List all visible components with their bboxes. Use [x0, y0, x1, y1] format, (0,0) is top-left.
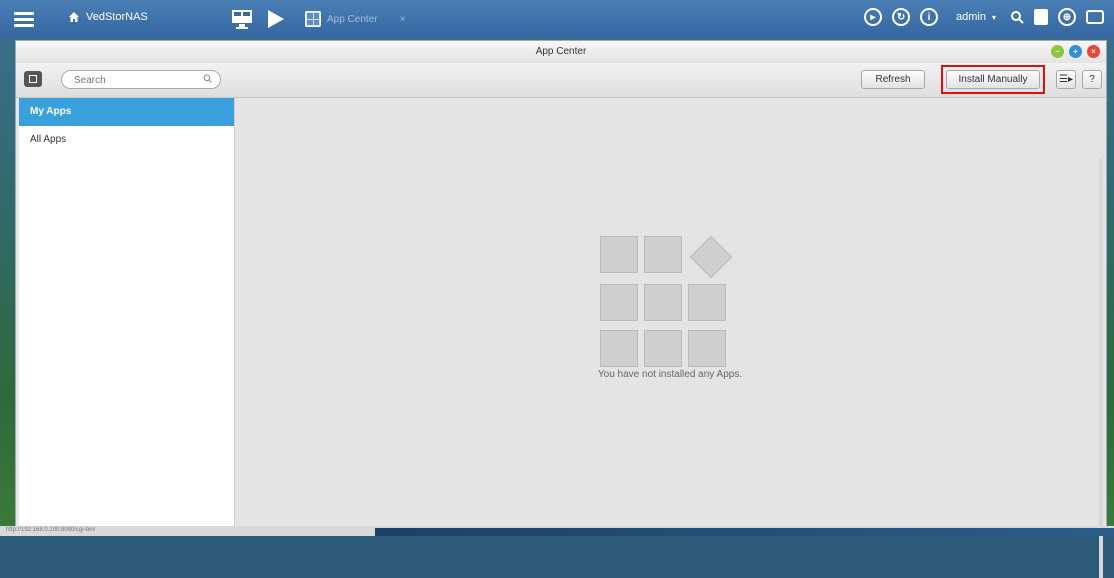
taskbar-right-group: ▸ ↻ i admin ▾ ⊕ — [864, 8, 1104, 26]
status-text: http://192.168.0.100:8080/cgi-bin/ — [6, 527, 96, 533]
menu-icon[interactable] — [14, 9, 34, 29]
placeholder-tile — [600, 330, 638, 367]
search-input[interactable] — [72, 72, 196, 89]
placeholder-tile — [644, 236, 682, 273]
notification-icon[interactable] — [1034, 9, 1048, 25]
app-center-window: App Center – + × Refresh Install Manuall… — [15, 40, 1107, 578]
play-icon[interactable] — [268, 10, 284, 28]
sidebar-item-all-apps[interactable]: All Apps — [19, 126, 234, 154]
highlight-annotation — [941, 65, 1045, 94]
search-icon[interactable] — [1010, 10, 1024, 24]
maximize-button[interactable]: + — [1069, 45, 1082, 58]
help-button[interactable]: ? — [1082, 70, 1102, 89]
empty-apps-illustration — [600, 235, 736, 371]
window-titlebar[interactable]: App Center – + × — [16, 41, 1106, 64]
taskbar-app-tab[interactable]: App Center × — [305, 9, 405, 29]
chat-icon[interactable] — [1086, 10, 1104, 24]
placeholder-tile — [644, 284, 682, 321]
main-content — [235, 98, 1105, 578]
placeholder-tile — [688, 330, 726, 367]
refresh-button[interactable]: Refresh — [861, 70, 925, 89]
chevron-down-icon: ▾ — [991, 13, 996, 22]
empty-state-message: You have not installed any Apps. — [597, 369, 743, 380]
close-button[interactable]: × — [1087, 45, 1100, 58]
search-box[interactable] — [61, 70, 221, 89]
vertical-scrollbar[interactable] — [1099, 158, 1103, 578]
sort-button[interactable]: ☰▸ — [1056, 70, 1076, 89]
taskbar: VedStorNAS App Center × ▸ ↻ i admin ▾ ⊕ — [0, 0, 1114, 38]
window-controls: – + × — [1051, 45, 1100, 58]
sidebar: My Apps All Apps — [19, 98, 235, 526]
search-icon[interactable] — [203, 74, 212, 83]
user-menu[interactable]: admin ▾ — [956, 11, 996, 23]
status-bar: http://192.168.0.100:8080/cgi-bin/ — [0, 526, 1114, 536]
sync-icon[interactable]: ↻ — [892, 8, 911, 26]
minimize-button[interactable]: – — [1051, 45, 1064, 58]
home-button[interactable]: VedStorNAS — [68, 11, 148, 23]
app-center-icon — [305, 11, 321, 27]
window-title: App Center — [535, 46, 587, 57]
home-icon — [69, 12, 79, 22]
globe-icon[interactable]: ⊕ — [1058, 8, 1076, 26]
sidebar-item-my-apps[interactable]: My Apps — [19, 98, 234, 126]
placeholder-tile — [600, 236, 638, 273]
user-label: admin — [956, 11, 986, 23]
app-tab-label: App Center — [327, 13, 378, 25]
placeholder-tile — [600, 284, 638, 321]
clock-icon[interactable]: ▸ — [864, 8, 883, 26]
app-tab-close-button[interactable]: × — [400, 14, 406, 25]
info-icon[interactable]: i — [920, 8, 939, 26]
placeholder-tile — [644, 330, 682, 367]
sidebar-toggle-button[interactable] — [24, 71, 42, 87]
home-label: VedStorNAS — [86, 11, 148, 23]
status-bar-progress — [375, 528, 1114, 536]
placeholder-tile — [689, 235, 733, 279]
monitor-icon[interactable] — [230, 8, 254, 30]
placeholder-tile — [688, 284, 726, 321]
